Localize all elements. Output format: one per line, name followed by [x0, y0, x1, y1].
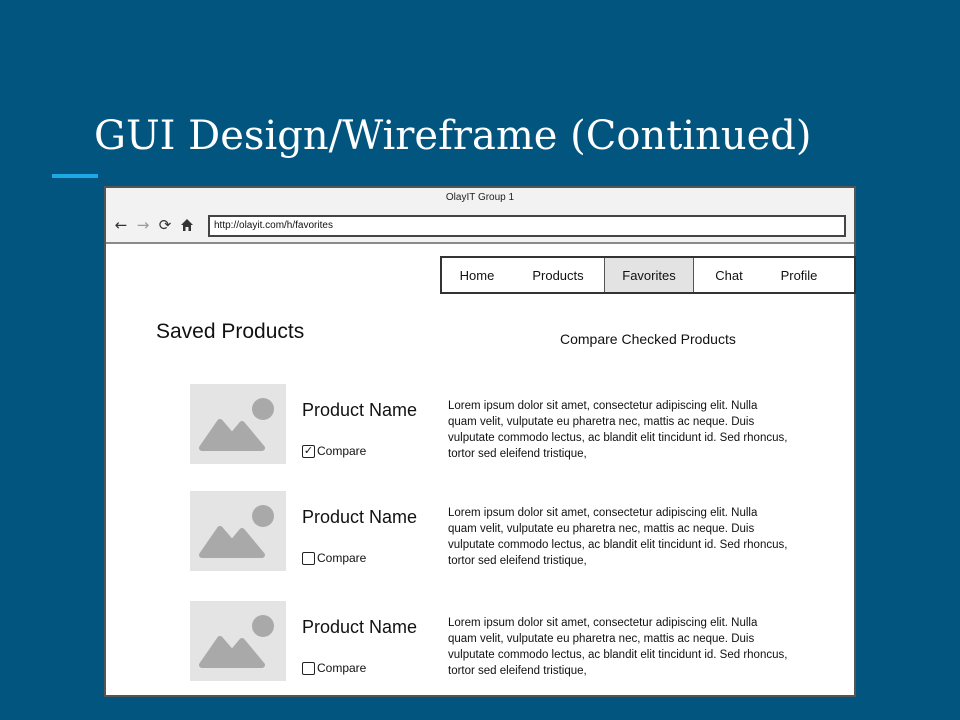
- arrow-right-icon[interactable]: →: [134, 216, 152, 234]
- tab-profile[interactable]: Profile: [764, 258, 834, 292]
- address-bar[interactable]: http://olayit.com/h/favorites: [208, 215, 846, 237]
- product-name[interactable]: Product Name: [302, 617, 417, 638]
- checkbox-unchecked-icon[interactable]: [302, 551, 315, 565]
- compare-label: Compare: [317, 444, 367, 458]
- product-name[interactable]: Product Name: [302, 507, 417, 528]
- image-placeholder-icon: [190, 384, 286, 464]
- window-title: OlayIT Group 1: [445, 192, 515, 203]
- product-description: Lorem ipsum dolor sit amet, consectetur …: [448, 400, 788, 460]
- product-item: Product Name Compare Lorem ipsum dolor s…: [190, 491, 840, 571]
- browser-toolbar: OlayIT Group 1 ← → ⟳ http://olayit.com/h…: [106, 188, 854, 244]
- title-accent-bar: [52, 174, 98, 178]
- reload-icon[interactable]: ⟳: [156, 216, 174, 234]
- tab-home[interactable]: Home: [442, 258, 512, 292]
- compare-checked-button[interactable]: Compare Checked Products: [560, 331, 736, 347]
- compare-checkbox[interactable]: Compare: [302, 551, 366, 565]
- checkbox-unchecked-icon[interactable]: [302, 661, 315, 675]
- main-nav: Home Products Favorites Chat Profile: [440, 256, 856, 294]
- page-title: Saved Products: [156, 320, 305, 343]
- tab-products[interactable]: Products: [512, 258, 604, 292]
- product-description: Lorem ipsum dolor sit amet, consectetur …: [448, 507, 788, 567]
- product-name[interactable]: Product Name: [302, 400, 417, 421]
- product-description: Lorem ipsum dolor sit amet, consectetur …: [448, 617, 788, 677]
- compare-label: Compare: [317, 551, 367, 565]
- compare-label: Compare: [317, 661, 367, 675]
- product-item: Product Name ✓ Compare Lorem ipsum dolor…: [190, 384, 840, 464]
- compare-checkbox[interactable]: Compare: [302, 661, 366, 675]
- home-icon[interactable]: [178, 216, 196, 234]
- compare-checkbox[interactable]: ✓ Compare: [302, 444, 366, 458]
- browser-window: OlayIT Group 1 ← → ⟳ http://olayit.com/h…: [104, 186, 856, 697]
- slide-title: GUI Design/Wireframe (Continued): [94, 113, 812, 159]
- browser-nav-buttons: ← → ⟳: [112, 216, 196, 234]
- checkbox-checked-icon[interactable]: ✓: [302, 444, 315, 458]
- product-item: Product Name Compare Lorem ipsum dolor s…: [190, 601, 840, 681]
- image-placeholder-icon: [190, 491, 286, 571]
- arrow-left-icon[interactable]: ←: [112, 216, 130, 234]
- tab-favorites[interactable]: Favorites: [604, 258, 694, 292]
- tab-chat[interactable]: Chat: [694, 258, 764, 292]
- image-placeholder-icon: [190, 601, 286, 681]
